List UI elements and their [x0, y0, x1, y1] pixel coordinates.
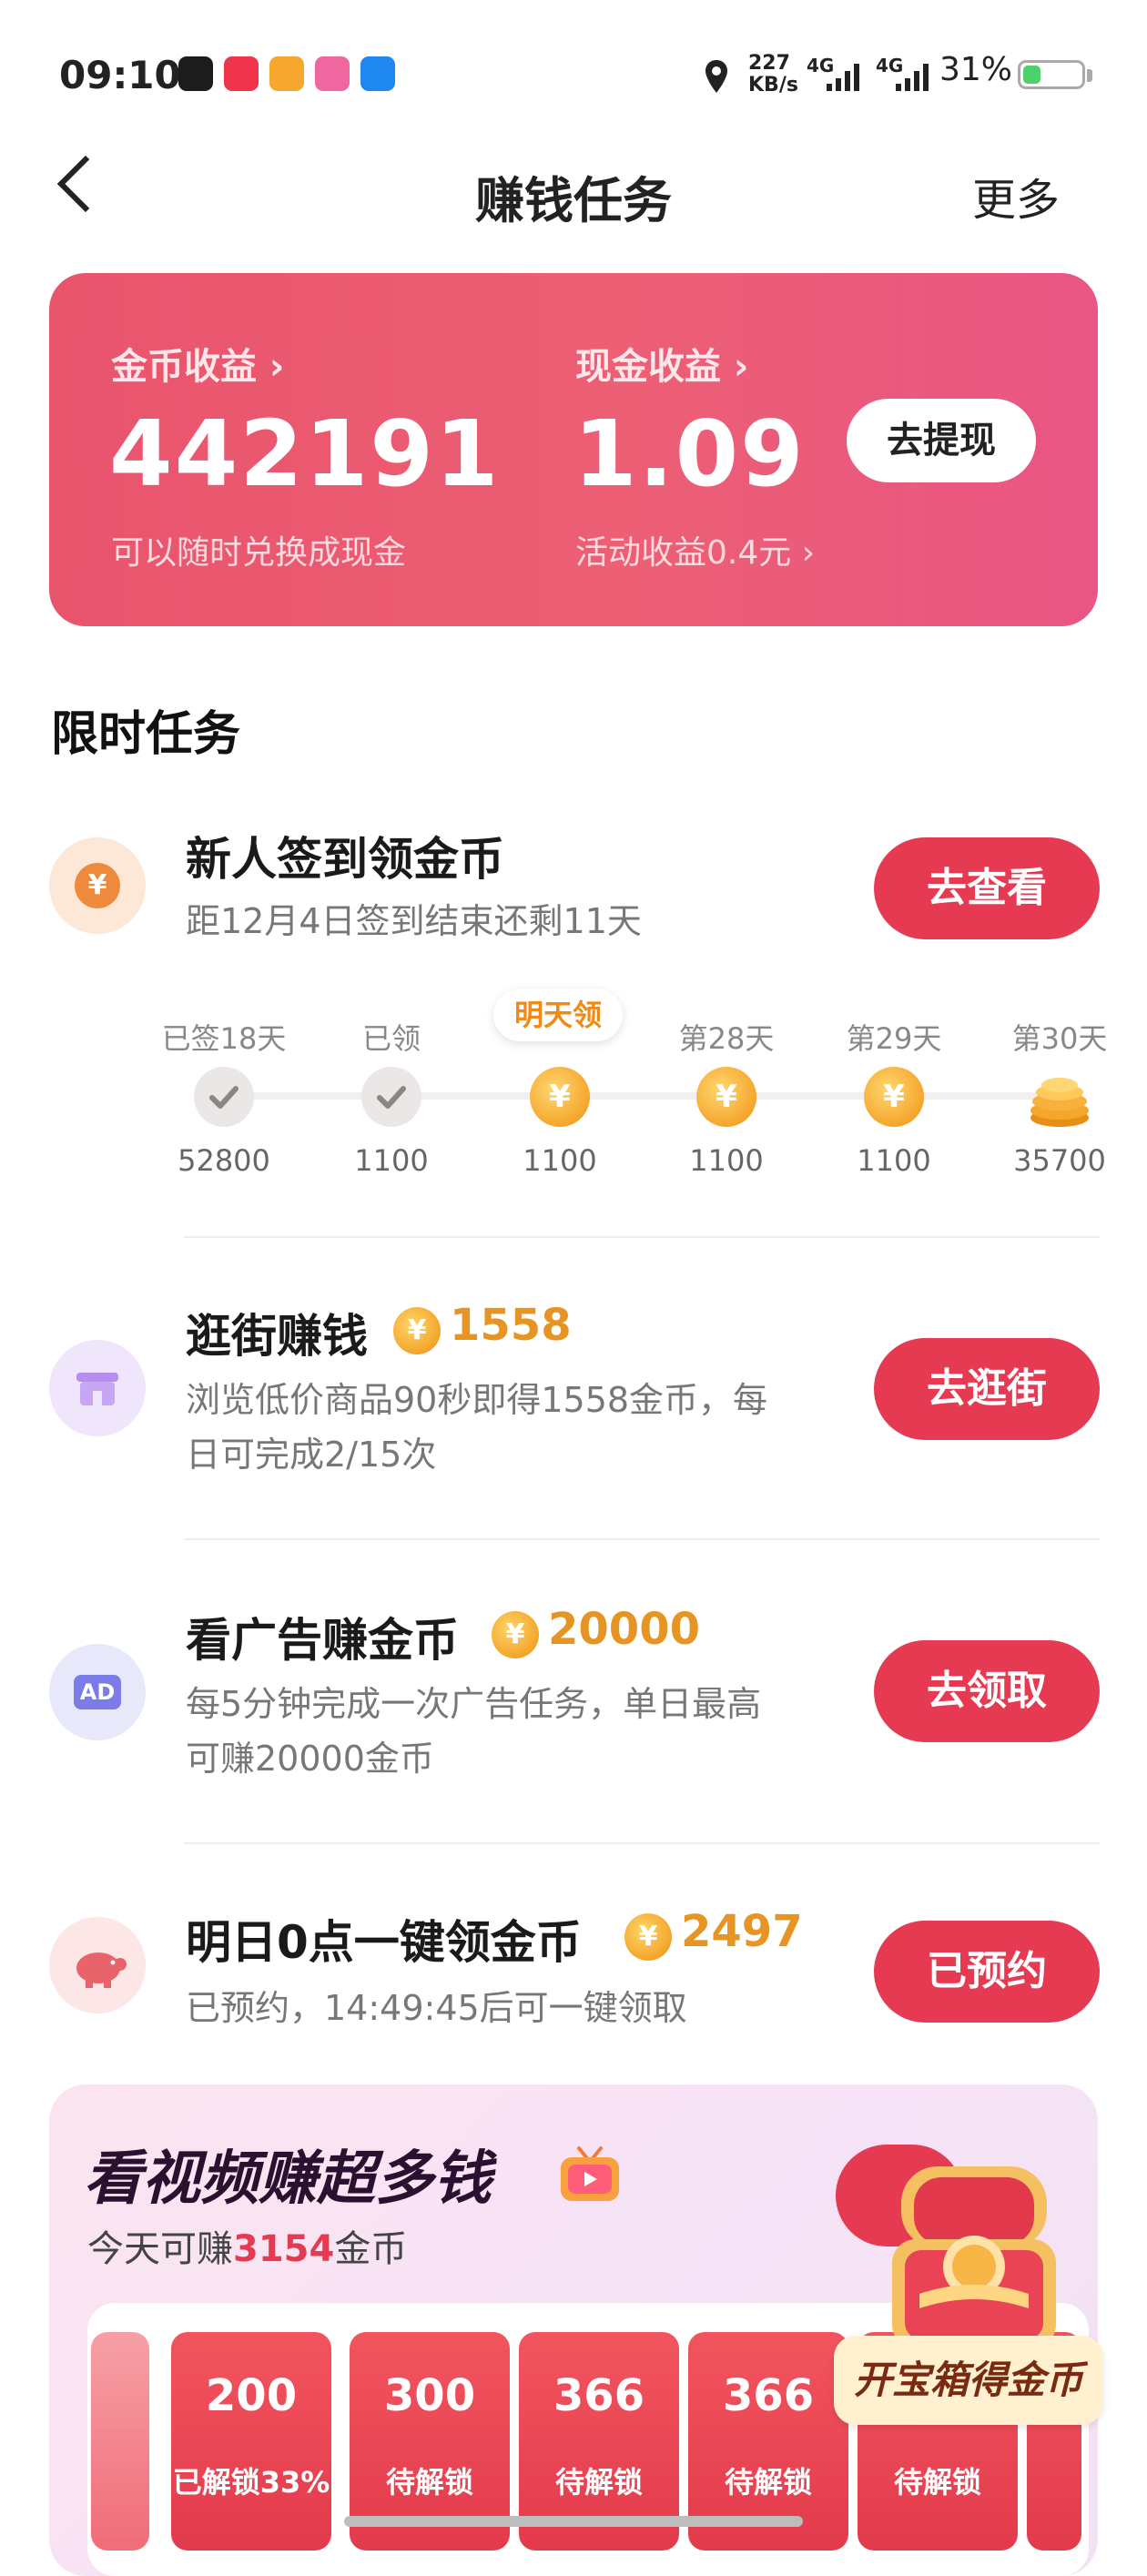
- tomorrow-tag: 明天领: [493, 989, 623, 1041]
- day-amount: 1100: [523, 1143, 597, 1178]
- coin-icon: ¥: [492, 1611, 539, 1658]
- treasure-chest-icon[interactable]: [865, 2139, 1083, 2358]
- checkin-desc: 距12月4日签到结束还剩11天: [186, 901, 642, 941]
- signal-icon: [808, 60, 863, 93]
- cash-income-link[interactable]: 现金收益 ›: [575, 337, 748, 390]
- cash-balance: 1.09: [574, 401, 806, 507]
- claim-ad-button[interactable]: 去领取: [874, 1640, 1100, 1742]
- notification-app-icon: [178, 56, 213, 91]
- notification-app-icon: [224, 56, 259, 91]
- video-card-title: 看视频赚超多钱: [84, 2145, 492, 2213]
- task-desc: 日可完成2/15次: [186, 1435, 437, 1475]
- day-amount: 1100: [857, 1143, 931, 1178]
- day-label: 第30天: [1011, 1021, 1108, 1056]
- signal-icon: [878, 60, 932, 93]
- tile-status: 已解锁33%: [172, 2465, 330, 2500]
- coin-icon: ¥: [530, 1067, 590, 1127]
- tile-status: 待解锁: [554, 2465, 643, 2500]
- more-button[interactable]: 更多: [972, 164, 1060, 228]
- net-speed-value: 227: [748, 52, 790, 75]
- day-amount: 1100: [354, 1143, 429, 1178]
- coin-icon: ¥: [393, 1307, 441, 1354]
- status-time: 09:10: [59, 53, 181, 97]
- video-sub-amount: 3154: [233, 2228, 335, 2270]
- day-label: 已领: [361, 1021, 421, 1056]
- battery-cap: [1087, 69, 1092, 82]
- task-reward: 2497: [681, 1906, 803, 1957]
- notification-app-icon: [315, 56, 350, 91]
- store-icon: [49, 1340, 146, 1436]
- checkin-title: 新人签到领金币: [186, 833, 504, 886]
- divider: [184, 1842, 1100, 1844]
- notification-app-icon: [360, 56, 395, 91]
- coin-stack-icon: [1027, 1065, 1092, 1131]
- task-title: 看广告赚金币: [186, 1614, 459, 1667]
- piggy-bank-icon: [49, 1917, 146, 2013]
- battery-percent: 31%: [939, 51, 1013, 88]
- task-reward: 20000: [548, 1604, 700, 1655]
- net-speed-unit: KB/s: [748, 74, 798, 96]
- battery-icon: [1018, 60, 1085, 89]
- coin-icon: ¥: [624, 1913, 672, 1961]
- task-title: 明日0点一键领金币: [186, 1916, 582, 1969]
- video-card-subtitle: 今天可赚3154金币: [87, 2219, 407, 2272]
- task-desc: 已预约，14:49:45后可一键领取: [186, 1988, 687, 2028]
- tile-status: 待解锁: [893, 2465, 981, 2500]
- activity-income-link[interactable]: 活动收益0.4元 ›: [575, 526, 815, 573]
- tile-status: 待解锁: [385, 2465, 473, 2500]
- yuan-coin-icon: ¥: [49, 837, 146, 934]
- coin-icon: ¥: [864, 1067, 924, 1127]
- open-treasure-label[interactable]: 开宝箱得金币: [834, 2336, 1103, 2425]
- reserved-button[interactable]: 已预约: [874, 1921, 1100, 2023]
- day-label: 第29天: [846, 1021, 942, 1056]
- coin-balance: 442191: [109, 401, 501, 507]
- tile-value: 300: [383, 2370, 476, 2421]
- day-amount: 52800: [178, 1143, 270, 1178]
- coin-hint: 可以随时兑换成现金: [111, 534, 407, 572]
- coin-income-link[interactable]: 金币收益 ›: [111, 337, 284, 390]
- task-desc: 浏览低价商品90秒即得1558金币，每: [186, 1380, 768, 1420]
- coin-icon: ¥: [696, 1067, 756, 1127]
- check-icon: [361, 1067, 421, 1127]
- day-label: 第28天: [678, 1021, 775, 1056]
- task-desc: 每5分钟完成一次广告任务，单日最高: [186, 1684, 762, 1724]
- video-sub-suffix: 金币: [334, 2228, 408, 2270]
- task-desc: 可赚20000金币: [186, 1739, 434, 1779]
- tile-value: 366: [722, 2370, 815, 2421]
- tile-status: 待解锁: [724, 2465, 812, 2500]
- checkin-view-button[interactable]: 去查看: [874, 837, 1100, 939]
- video-sub-prefix: 今天可赚: [87, 2228, 233, 2270]
- task-reward: 1558: [450, 1300, 572, 1351]
- section-title: 限时任务: [51, 707, 241, 762]
- checkin-track: [222, 1092, 1060, 1100]
- divider: [184, 1236, 1100, 1238]
- location-icon: [703, 58, 730, 95]
- video-tile[interactable]: 200 已解锁33%: [171, 2332, 331, 2551]
- day-amount: 35700: [1013, 1143, 1106, 1178]
- battery-level: [1023, 66, 1040, 84]
- shop-button[interactable]: 去逛街: [874, 1338, 1100, 1440]
- day-amount: 1100: [689, 1143, 764, 1178]
- task-title: 逛街赚钱: [186, 1310, 368, 1363]
- tile-value: 200: [205, 2370, 298, 2421]
- withdraw-button[interactable]: 去提现: [847, 399, 1036, 482]
- home-indicator[interactable]: [344, 2516, 803, 2527]
- divider: [184, 1538, 1100, 1540]
- ad-icon: AD: [49, 1644, 146, 1740]
- notification-app-icon: [269, 56, 304, 91]
- tile-value: 366: [553, 2370, 645, 2421]
- day-label: 已签18天: [161, 1021, 287, 1056]
- tv-icon: [557, 2145, 623, 2205]
- check-icon: [194, 1067, 254, 1127]
- net-speed: 227 KB/s: [748, 53, 798, 96]
- ad-icon-label: AD: [74, 1675, 121, 1709]
- video-tile-partial: [91, 2332, 149, 2551]
